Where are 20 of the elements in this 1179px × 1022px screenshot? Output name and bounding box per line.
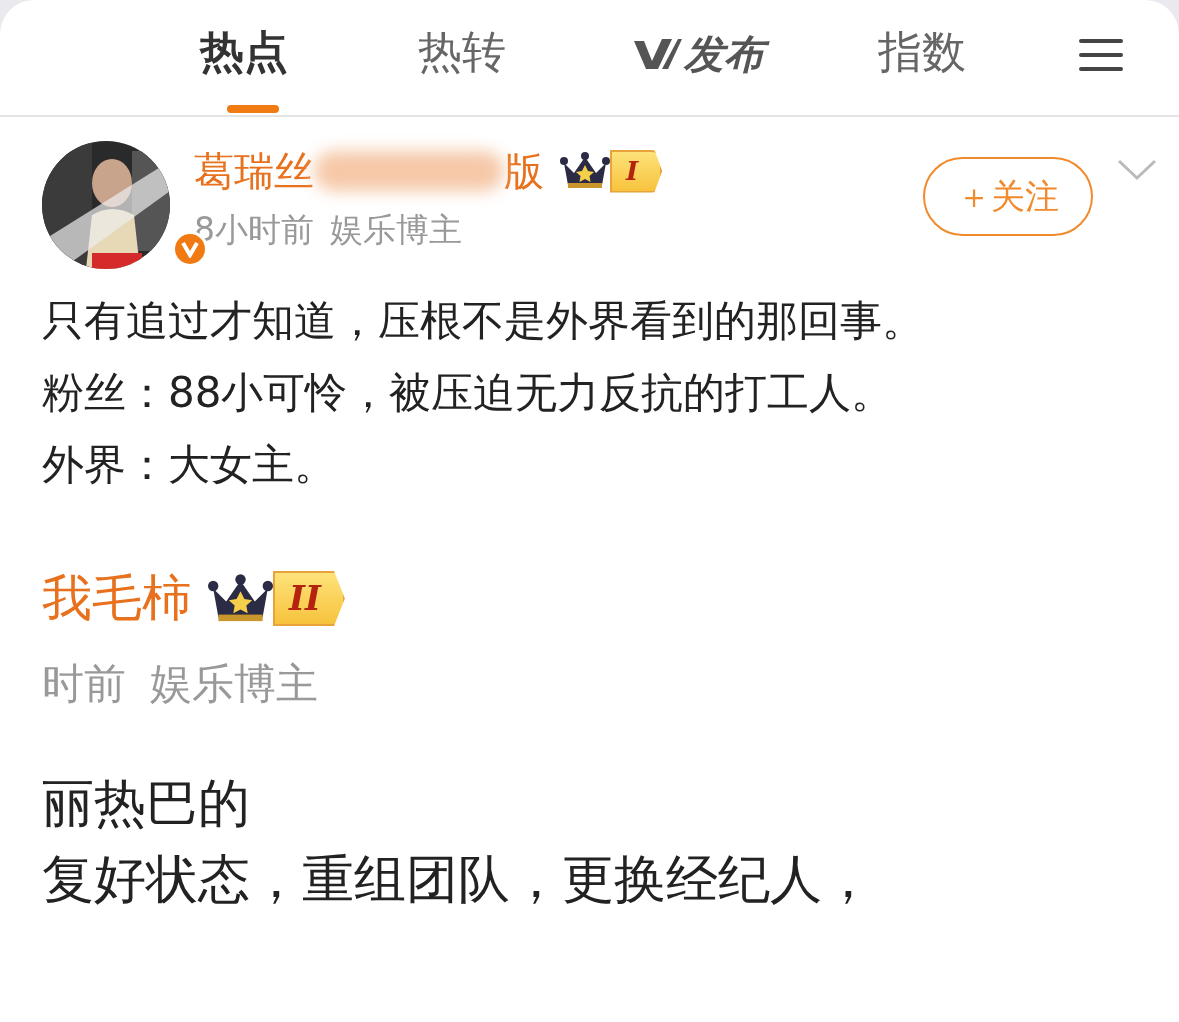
post-text-line: 外界：大女主。 (42, 439, 337, 491)
crown-icon (560, 151, 610, 191)
menu-button[interactable] (1079, 38, 1123, 72)
user-name: 我毛柿 (42, 568, 192, 629)
post-text-line: 复好状态，重组团队，更换经纪人， (42, 848, 875, 911)
post-text-line: 粉丝：88小可怜，被压迫无力反抗的打工人。 (42, 367, 895, 419)
tab[interactable]: 发布 (632, 28, 772, 80)
user-role: 娱乐博主 (330, 209, 462, 251)
tab[interactable]: 热点 (200, 28, 288, 77)
level-badge: II (273, 571, 345, 626)
user-role: 娱乐博主 (150, 658, 318, 710)
level-badge: I (610, 149, 663, 193)
tab-underline (227, 105, 279, 113)
post-text-line: 只有追过才知道，压根不是外界看到的那回事。 (42, 295, 925, 347)
tab[interactable]: 指数 (878, 28, 966, 77)
tab[interactable]: 热转 (418, 28, 506, 77)
user-name[interactable]: 版 (504, 141, 544, 201)
post-time: 时前 (42, 658, 126, 710)
user-name[interactable]: 葛瑞丝 (194, 141, 314, 201)
post-text-line: 丽热巴的 (42, 772, 251, 835)
